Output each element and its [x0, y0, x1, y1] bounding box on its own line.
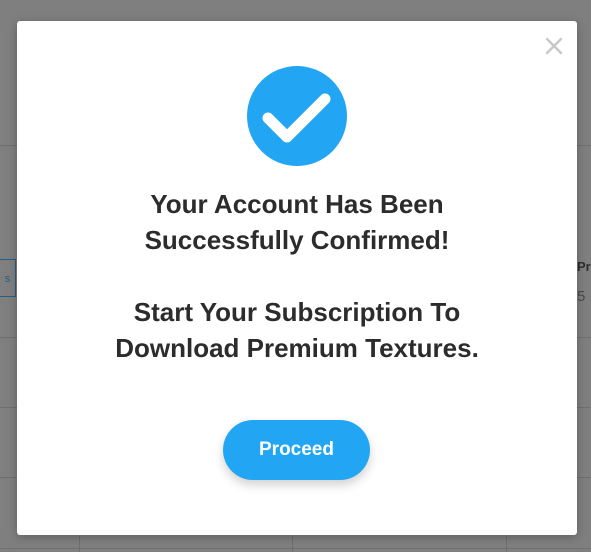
- confirmation-heading-line-2: Successfully Confirmed!: [144, 225, 450, 255]
- background-cell-value: 5: [577, 288, 586, 305]
- close-button[interactable]: [543, 35, 565, 57]
- background-column-header: Pr: [577, 259, 591, 274]
- background-divider: [79, 536, 80, 552]
- background-divider: [292, 536, 293, 552]
- checkmark-circle-icon: [247, 66, 347, 166]
- background-tab: s: [0, 259, 16, 297]
- background-divider: [0, 548, 591, 549]
- confirmation-heading-line-1: Your Account Has Been: [150, 189, 444, 219]
- page-overlay: s Pr 5 Your Account Has Been Successfull…: [0, 0, 591, 552]
- confirmation-modal: Your Account Has Been Successfully Confi…: [17, 21, 577, 535]
- background-divider: [506, 536, 507, 552]
- subscription-prompt-line-1: Start Your Subscription To: [133, 297, 461, 327]
- subscription-prompt-line-2: Download Premium Textures.: [115, 333, 479, 363]
- checkmark-icon: [262, 93, 331, 143]
- proceed-button[interactable]: Proceed: [223, 420, 370, 480]
- close-icon: [545, 37, 563, 55]
